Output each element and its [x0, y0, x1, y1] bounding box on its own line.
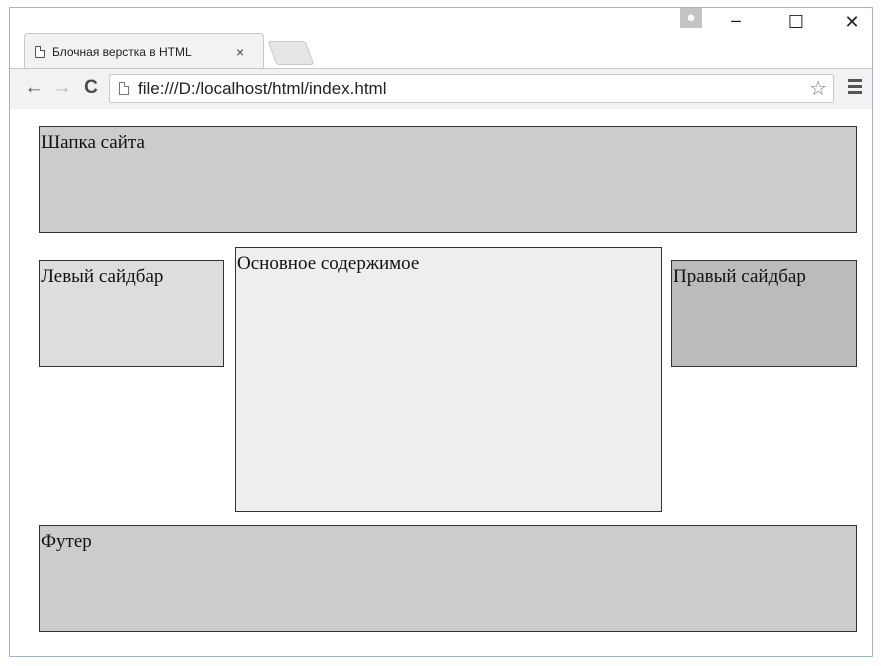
back-arrow-icon[interactable]: ← — [22, 77, 46, 99]
page-icon — [35, 45, 45, 58]
bookmark-star-icon[interactable]: ☆ — [809, 76, 827, 101]
minimize-button[interactable]: – — [716, 10, 756, 31]
reload-icon[interactable]: C — [79, 77, 103, 99]
url-text[interactable]: file:///D:/localhost/html/index.html — [138, 79, 809, 99]
address-bar[interactable]: file:///D:/localhost/html/index.html ☆ — [109, 74, 834, 103]
tab-close-icon[interactable]: × — [236, 44, 244, 60]
browser-tab[interactable]: Блочная верстка в HTML × — [24, 33, 264, 69]
page-icon — [119, 82, 129, 95]
menu-icon[interactable] — [848, 79, 862, 97]
forward-arrow-icon[interactable]: → — [50, 77, 74, 99]
person-icon[interactable]: ☻ — [680, 8, 702, 28]
main-content: Основное содержимое — [235, 247, 662, 512]
site-header: Шапка сайта — [39, 126, 857, 233]
page-viewport: Шапка сайта Левый сайдбар Основное содер… — [10, 109, 872, 656]
close-button[interactable]: ✕ — [832, 12, 872, 33]
site-footer: Футер — [39, 525, 857, 632]
right-sidebar: Правый сайдбар — [671, 260, 857, 367]
title-bar: Блочная верстка в HTML × ☻ – ☐ ✕ — [10, 8, 872, 73]
new-tab-button[interactable] — [267, 41, 315, 65]
browser-toolbar: ← → C file:///D:/localhost/html/index.ht… — [10, 68, 872, 110]
browser-window: Блочная верстка в HTML × ☻ – ☐ ✕ ← → C f… — [9, 7, 873, 657]
left-sidebar: Левый сайдбар — [39, 260, 224, 367]
maximize-button[interactable]: ☐ — [776, 12, 816, 33]
tab-title: Блочная верстка в HTML — [52, 44, 192, 59]
